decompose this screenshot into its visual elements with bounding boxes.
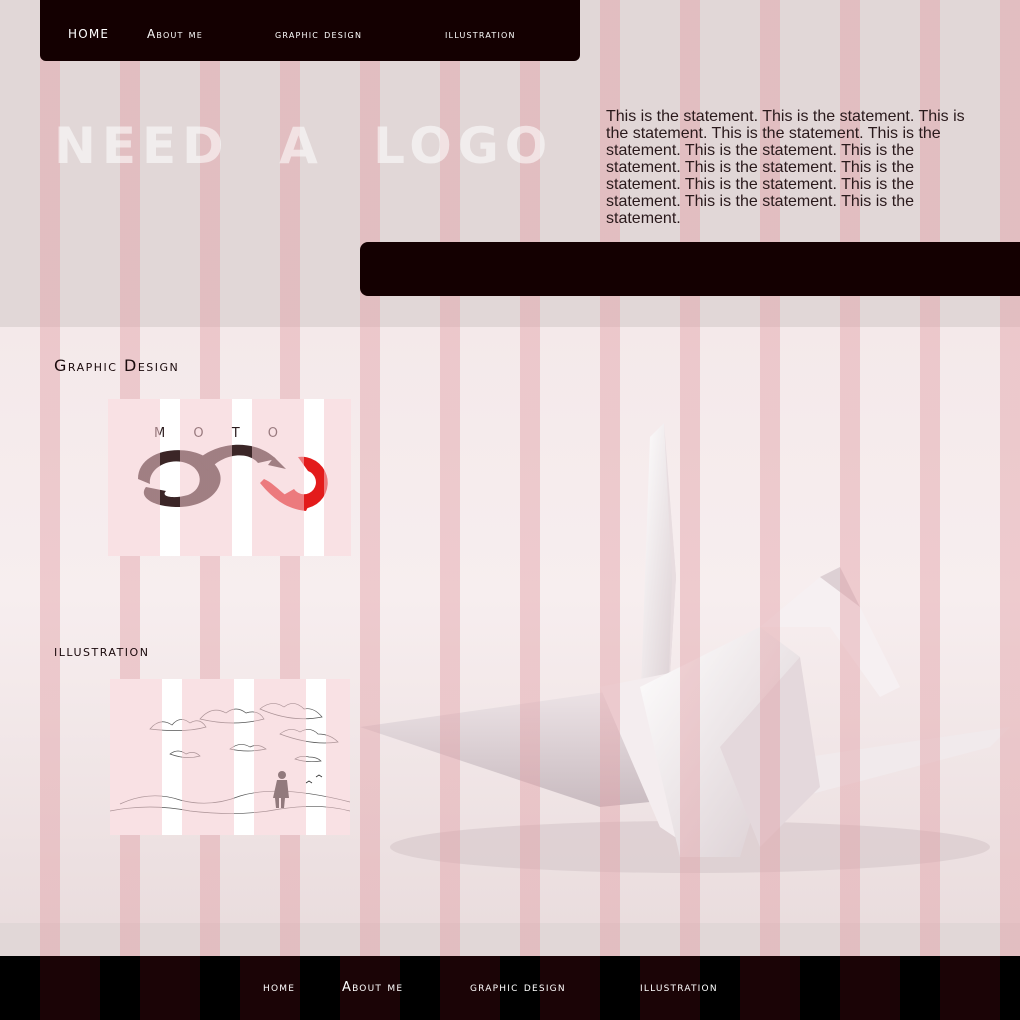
- moto-logo-image: M O T O: [138, 426, 328, 511]
- footer-home-link[interactable]: home: [263, 980, 295, 995]
- site-logo[interactable]: Need a logo: [54, 116, 553, 176]
- illustration-thumbnail[interactable]: [110, 679, 350, 835]
- nav-graphic-design-link[interactable]: graphic design: [275, 27, 362, 41]
- footer-graphic-design-link[interactable]: graphic design: [470, 980, 566, 995]
- landscape-sketch-image: [110, 703, 350, 814]
- nav-home-link[interactable]: HOME: [68, 27, 109, 41]
- top-navigation: HOME About me graphic design illustratio…: [40, 0, 580, 61]
- illustration-heading: illustration: [54, 641, 150, 660]
- footer-illustration-link[interactable]: illustration: [640, 980, 718, 995]
- graphic-design-thumbnail[interactable]: M O T O: [108, 399, 351, 556]
- footer-about-link[interactable]: About me: [342, 980, 403, 995]
- nav-about-link[interactable]: About me: [147, 27, 203, 41]
- graphic-design-heading: Graphic Design: [54, 356, 180, 375]
- nav-illustration-link[interactable]: illustration: [445, 27, 516, 41]
- moto-letters: M O T O: [154, 426, 290, 441]
- statement-text: This is the statement. This is the state…: [606, 108, 965, 227]
- footer-navigation: home About me graphic design illustratio…: [0, 956, 1020, 1020]
- dark-banner: [360, 242, 1020, 296]
